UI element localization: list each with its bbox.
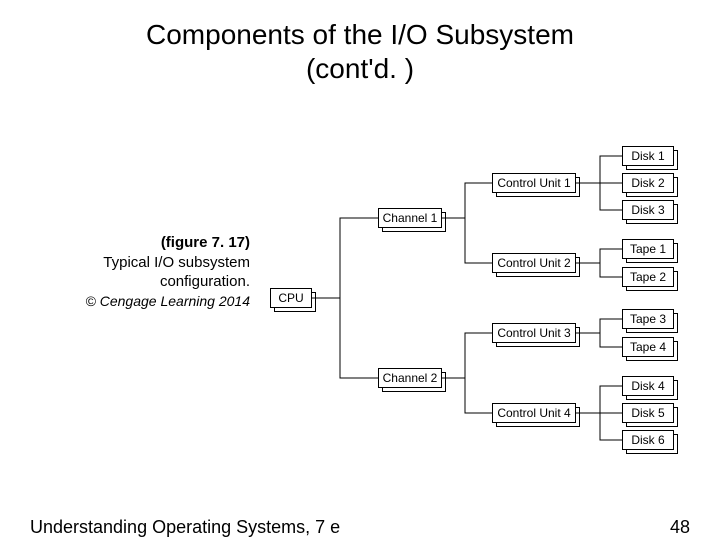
control-unit-3-box: Control Unit 3 — [492, 323, 576, 343]
tape-3-box: Tape 3 — [622, 309, 674, 329]
caption-line2: configuration. — [160, 273, 250, 290]
title-line1: Components of the I/O Subsystem — [146, 19, 574, 50]
io-subsystem-diagram: CPU Channel 1 Channel 2 Control Unit 1 C… — [270, 148, 700, 478]
figure-caption: (figure 7. 17) Typical I/O subsystem con… — [30, 233, 250, 311]
disk-6-box: Disk 6 — [622, 430, 674, 450]
footer-book-title: Understanding Operating Systems, 7 e — [30, 517, 340, 538]
control-unit-1-box: Control Unit 1 — [492, 173, 576, 193]
disk-3-box: Disk 3 — [622, 200, 674, 220]
copyright: © Cengage Learning 2014 — [86, 293, 250, 309]
channel-2-box: Channel 2 — [378, 368, 442, 388]
slide-title: Components of the I/O Subsystem (cont'd.… — [0, 18, 720, 85]
page-number: 48 — [670, 517, 690, 538]
title-line2: (cont'd. ) — [306, 53, 414, 84]
control-unit-2-box: Control Unit 2 — [492, 253, 576, 273]
figure-number: (figure 7. 17) — [161, 234, 250, 251]
tape-1-box: Tape 1 — [622, 239, 674, 259]
tape-4-box: Tape 4 — [622, 337, 674, 357]
control-unit-4-box: Control Unit 4 — [492, 403, 576, 423]
tape-2-box: Tape 2 — [622, 267, 674, 287]
disk-5-box: Disk 5 — [622, 403, 674, 423]
disk-2-box: Disk 2 — [622, 173, 674, 193]
channel-1-box: Channel 1 — [378, 208, 442, 228]
caption-line1: Typical I/O subsystem — [103, 254, 250, 271]
disk-1-box: Disk 1 — [622, 146, 674, 166]
cpu-box: CPU — [270, 288, 312, 308]
disk-4-box: Disk 4 — [622, 376, 674, 396]
